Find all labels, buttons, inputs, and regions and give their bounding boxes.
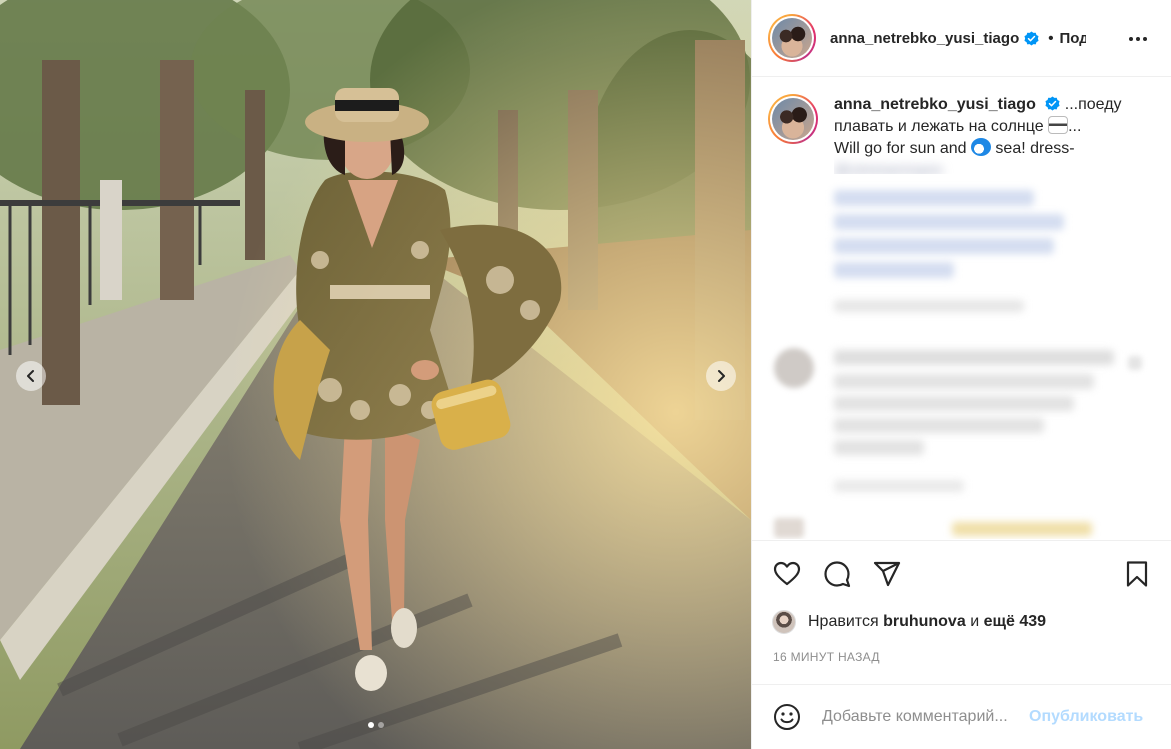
post-timestamp[interactable]: 16 МИНУТ НАЗАД [773, 650, 880, 664]
comment-button[interactable] [822, 559, 852, 589]
liker-username[interactable]: bruhunova [883, 613, 966, 631]
caption-line-3: Will go for sun and [834, 140, 967, 157]
more-horizontal-icon [1129, 37, 1133, 41]
save-button[interactable] [1122, 559, 1152, 589]
follow-button[interactable]: Подписаться [1060, 30, 1086, 47]
author-avatar[interactable] [768, 14, 816, 62]
carousel-indicator [0, 722, 751, 728]
bookmark-icon [1126, 561, 1148, 587]
header-separator: • [1048, 29, 1054, 47]
caption-line-1: ...поеду [1064, 96, 1122, 113]
liker-avatar[interactable] [772, 610, 796, 634]
verified-badge-icon [1045, 96, 1060, 111]
caption: anna_netrebko_yusi_tiago ...поеду плават… [768, 94, 1156, 174]
caption-author-avatar[interactable] [768, 94, 818, 144]
verified-badge-icon [1024, 30, 1039, 46]
caption-line-3-end: sea! dress- [995, 140, 1075, 157]
share-button[interactable] [872, 559, 902, 589]
comment-composer: Опубликовать [752, 684, 1171, 749]
caption-line-2: плавать и лежать на солнце [834, 118, 1044, 135]
caption-text: anna_netrebko_yusi_tiago ...поеду плават… [834, 94, 1134, 174]
comment-input[interactable] [822, 708, 1027, 726]
carousel-dot-active [367, 722, 374, 728]
like-button[interactable] [772, 559, 802, 589]
heart-icon [773, 561, 801, 586]
caption-line-2-end: ... [1068, 118, 1082, 135]
smile-icon[interactable] [772, 702, 802, 732]
caption-line-4: @zimmermann [834, 162, 943, 174]
caption-username[interactable]: anna_netrebko_yusi_tiago [834, 96, 1036, 113]
comment-icon [824, 561, 851, 588]
carousel-next-button[interactable] [706, 361, 736, 391]
post-header: anna_netrebko_yusi_tiago • Подписаться [752, 0, 1171, 77]
post-media[interactable] [0, 0, 751, 749]
publish-button[interactable]: Опубликовать [1029, 708, 1143, 726]
comments-section: anna_netrebko_yusi_tiago ...поеду плават… [752, 78, 1171, 539]
carousel-prev-button[interactable] [16, 361, 46, 391]
chevron-left-icon [27, 370, 34, 382]
likes-count-link[interactable]: ещё 439 [984, 613, 1046, 631]
post-photo [0, 0, 751, 749]
action-bar [752, 540, 1171, 606]
post-side-panel: anna_netrebko_yusi_tiago • Подписаться a… [751, 0, 1171, 749]
likes-summary: Нравится bruhunova и ещё 439 [772, 610, 1046, 634]
likes-conjunction: и [970, 613, 980, 630]
chevron-right-icon [718, 370, 725, 382]
more-options-button[interactable] [1127, 28, 1149, 50]
ship-emoji-icon [1048, 116, 1069, 134]
author-username[interactable]: anna_netrebko_yusi_tiago [830, 30, 1019, 47]
carousel-dot [377, 722, 384, 728]
paper-plane-icon [873, 561, 901, 587]
wave-emoji-icon [970, 138, 991, 156]
likes-prefix: Нравится [808, 613, 879, 630]
